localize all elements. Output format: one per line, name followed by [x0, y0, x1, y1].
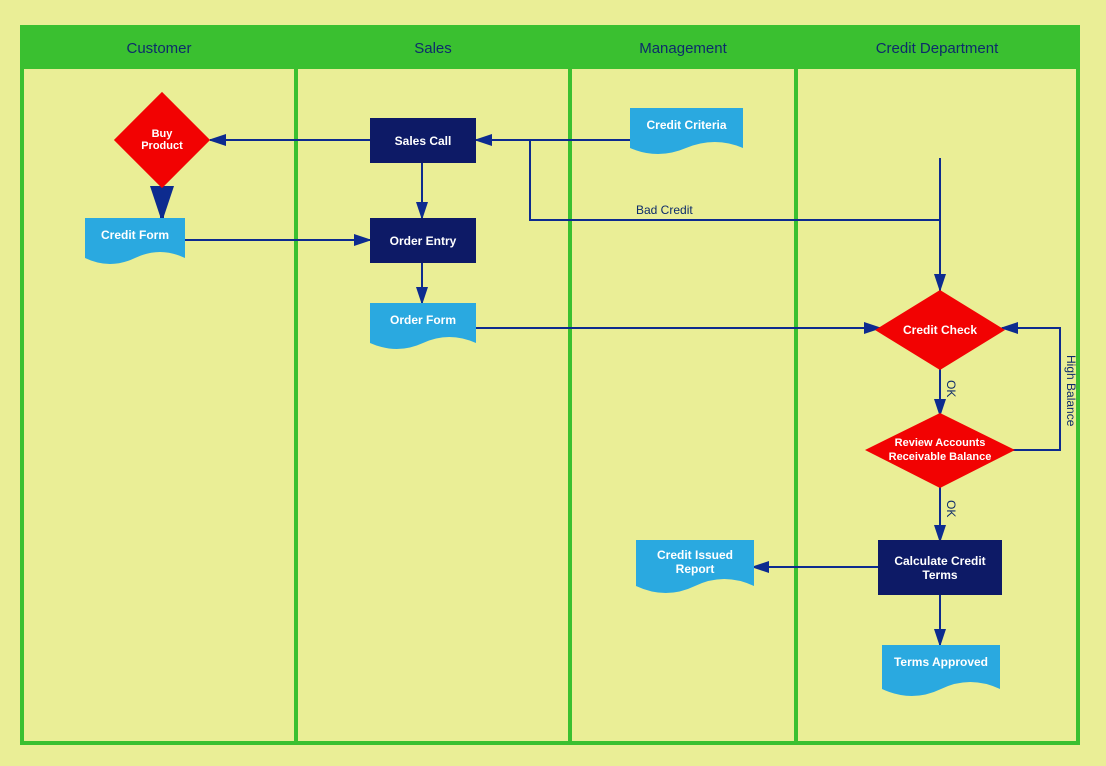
- decision-buy-product: Buy Product: [128, 106, 196, 174]
- swimlane-diagram: Customer Sales Management Credit Departm…: [0, 0, 1106, 766]
- svg-text:Credit Check: Credit Check: [903, 323, 977, 337]
- decision-review-balance: Review Accounts Receivable Balance: [865, 413, 1015, 488]
- label-ok-1: OK: [944, 380, 958, 397]
- label-high-balance: High Balance: [1064, 355, 1078, 426]
- process-sales-call: Sales Call: [370, 118, 476, 163]
- process-order-entry: Order Entry: [370, 218, 476, 263]
- label-bad-credit: Bad Credit: [636, 203, 693, 217]
- svg-text:Review Accounts: Review Accounts: [895, 437, 986, 449]
- svg-text:Receivable Balance: Receivable Balance: [889, 451, 992, 463]
- process-calculate-terms: Calculate Credit Terms: [878, 540, 1002, 595]
- doc-terms-approved: Terms Approved: [882, 645, 1000, 700]
- doc-credit-issued-report: Credit Issued Report: [636, 540, 754, 598]
- doc-credit-form: Credit Form: [85, 218, 185, 268]
- doc-order-form: Order Form: [370, 303, 476, 353]
- doc-credit-criteria: Credit Criteria: [630, 108, 743, 158]
- credit-check-wide: Credit Check: [875, 290, 1005, 370]
- label-ok-2: OK: [944, 500, 958, 517]
